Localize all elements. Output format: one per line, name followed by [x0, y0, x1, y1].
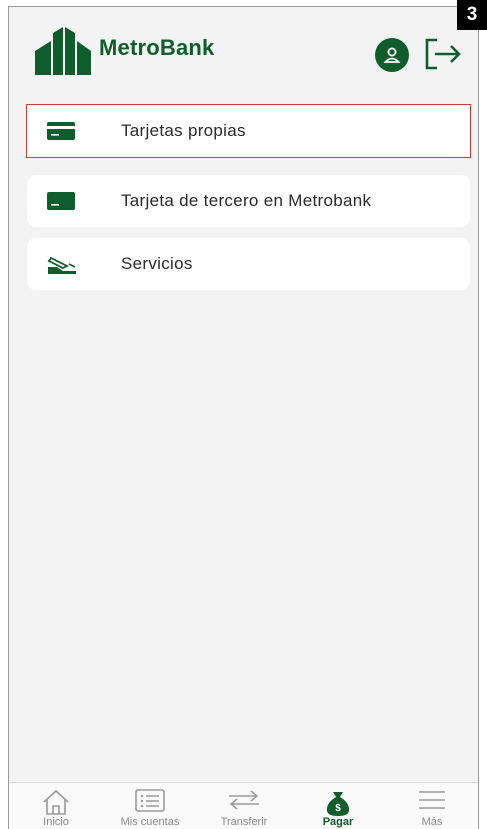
metrobank-logo-icon [35, 27, 91, 75]
nav-label: Más [421, 816, 443, 828]
nav-label: Pagar [322, 816, 354, 828]
nav-item-mas[interactable]: Más [385, 783, 478, 829]
menu-item-tarjetas-propias[interactable]: Tarjetas propias [26, 104, 471, 158]
nav-item-transferir[interactable]: Transferir [197, 783, 291, 829]
bill-hand-icon [47, 256, 76, 274]
menu-item-servicios[interactable]: Servicios [27, 238, 470, 290]
nav-item-pagar[interactable]: $ Pagar [291, 783, 385, 829]
user-profile-button[interactable] [375, 38, 409, 72]
svg-text:$: $ [335, 803, 341, 814]
menu-item-label: Tarjetas propias [121, 121, 246, 140]
menu-item-label: Servicios [121, 254, 193, 273]
money-bag-icon: $ [326, 792, 350, 816]
nav-label: Inicio [43, 816, 69, 828]
brand-name: MetroBank [99, 35, 215, 60]
card-icon [47, 192, 75, 210]
nav-label: Transferir [220, 816, 268, 828]
menu-icon [419, 791, 445, 809]
menu-item-tarjeta-tercero[interactable]: Tarjeta de tercero en Metrobank [27, 175, 470, 227]
home-icon [43, 789, 69, 815]
step-badge: 3 [457, 0, 487, 30]
logout-icon[interactable] [423, 37, 463, 71]
app-screen: MetroBank Tarjetas propias Tarjeta de te… [8, 6, 479, 829]
nav-label: Mis cuentas [120, 816, 180, 828]
bottom-nav: Inicio Mis cuentas Transferir $ Pagar Má… [9, 782, 478, 829]
menu-item-label: Tarjeta de tercero en Metrobank [121, 191, 372, 210]
nav-item-inicio[interactable]: Inicio [9, 783, 103, 829]
list-icon [135, 789, 165, 812]
user-icon [383, 47, 401, 63]
credit-card-icon [47, 122, 75, 140]
app-header: MetroBank [9, 7, 478, 97]
nav-item-mis-cuentas[interactable]: Mis cuentas [103, 783, 197, 829]
transfer-icon [229, 790, 259, 810]
